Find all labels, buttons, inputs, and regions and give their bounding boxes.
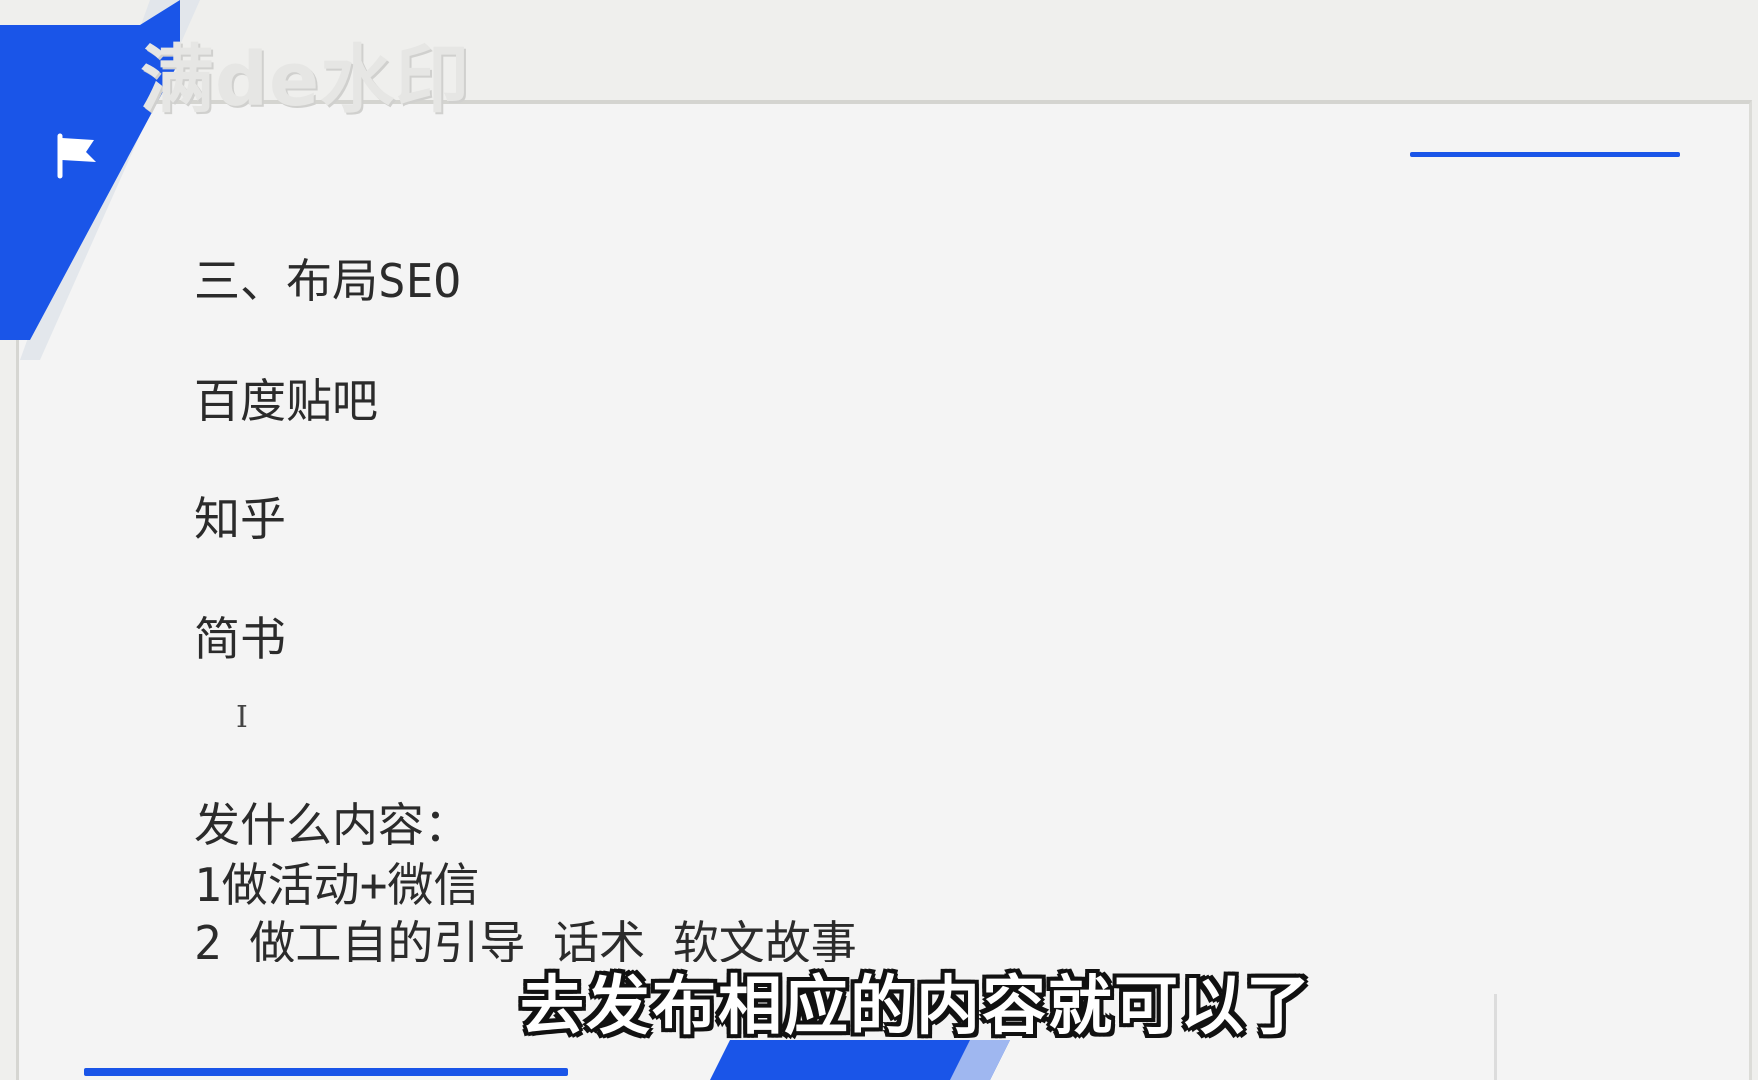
video-frame: 满de水印 三、布局SEO 百度贴吧 知乎 简书 I 发什么内容： 1做活动+微…: [0, 0, 1758, 1080]
video-subtitle: 去发布相应的内容就可以了: [520, 970, 1312, 1044]
slide-item-jianshu: 简书: [194, 612, 286, 666]
accent-line-top: [1410, 152, 1680, 157]
flag-icon: [57, 133, 96, 179]
slide-subheading: 发什么内容：: [194, 798, 470, 852]
divider-mark: [1494, 994, 1497, 1080]
text-cursor-icon: I: [236, 700, 248, 735]
slide-item-zhihu: 知乎: [194, 492, 286, 546]
accent-line-bottom: [84, 1068, 568, 1076]
slide-heading: 三、布局SEO: [194, 254, 462, 308]
slide-list-item-1: 1做活动+微信: [194, 858, 480, 912]
watermark-text: 满de水印: [140, 37, 471, 123]
slide-item-tieba: 百度贴吧: [194, 374, 378, 428]
